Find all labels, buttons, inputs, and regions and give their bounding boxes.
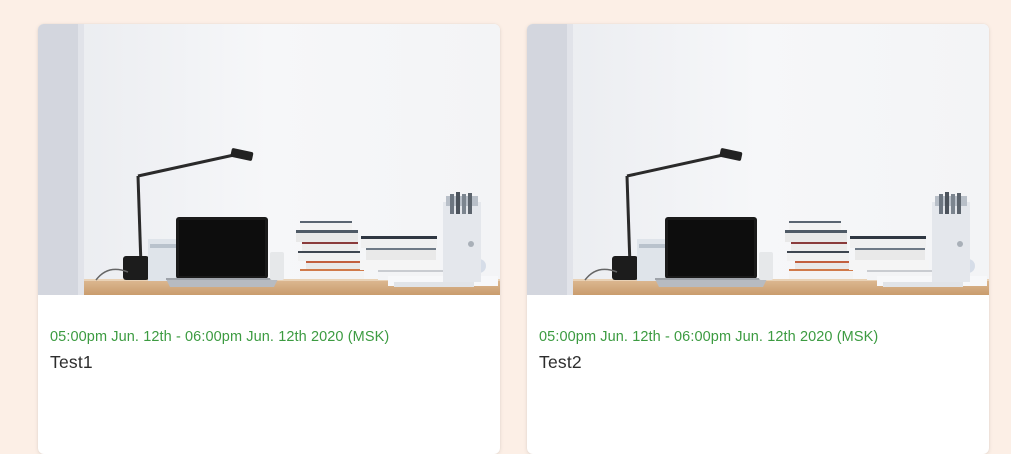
event-date-range: 05:00pm Jun. 12th - 06:00pm Jun. 12th 20…: [50, 329, 390, 345]
event-card-body: 05:00pm Jun. 12th - 06:00pm Jun. 12th 20…: [527, 295, 989, 373]
event-card-body: 05:00pm Jun. 12th - 06:00pm Jun. 12th 20…: [38, 295, 500, 373]
event-cover-image: [527, 24, 989, 295]
event-card-list: 05:00pm Jun. 12th - 06:00pm Jun. 12th 20…: [38, 24, 989, 454]
event-card[interactable]: 05:00pm Jun. 12th - 06:00pm Jun. 12th 20…: [38, 24, 500, 454]
event-card[interactable]: 05:00pm Jun. 12th - 06:00pm Jun. 12th 20…: [527, 24, 989, 454]
event-title[interactable]: Test2: [539, 351, 977, 373]
event-title[interactable]: Test1: [50, 351, 488, 373]
event-cover-image: [38, 24, 500, 295]
event-date-range: 05:00pm Jun. 12th - 06:00pm Jun. 12th 20…: [539, 329, 879, 345]
